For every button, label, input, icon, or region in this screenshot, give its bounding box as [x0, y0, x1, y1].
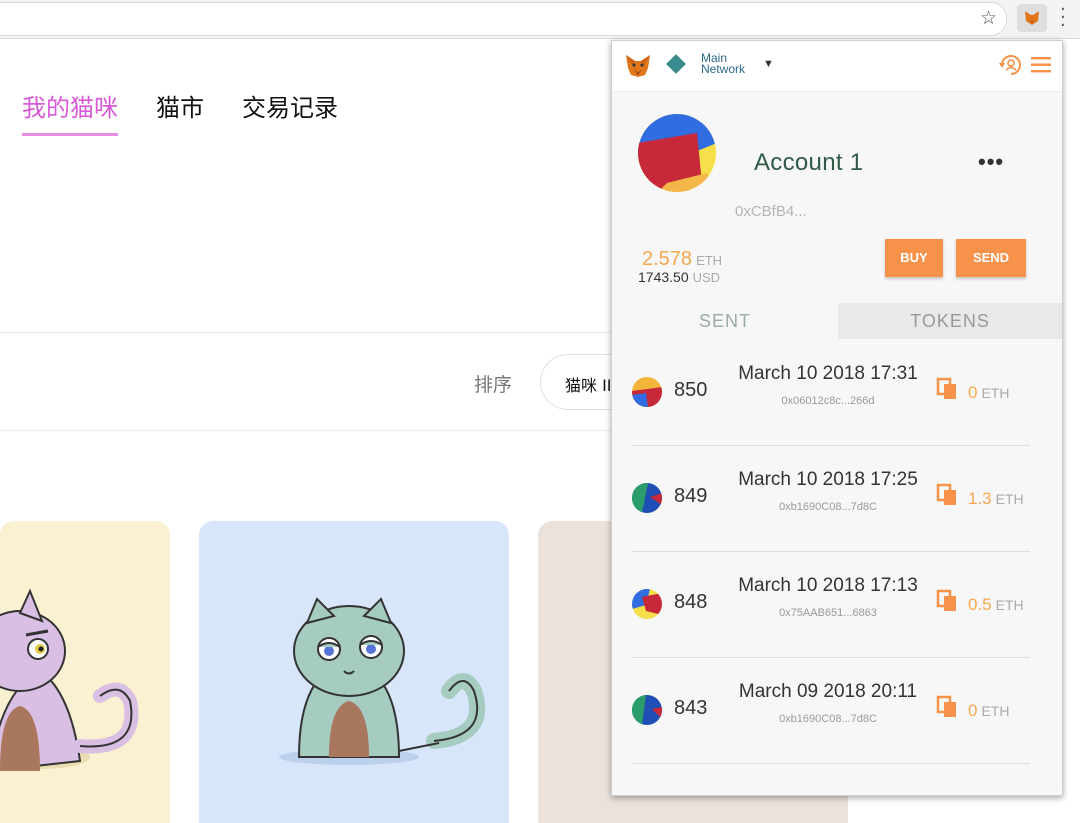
transaction-amount: 1.3 ETH — [968, 489, 1024, 509]
tab-sent[interactable]: SENT — [612, 303, 838, 339]
transaction-amount-unit: ETH — [981, 385, 1010, 401]
copy-icon[interactable] — [936, 695, 958, 719]
transaction-amount: 0.5 ETH — [968, 595, 1024, 615]
transaction-row[interactable]: 843 March 09 2018 20:11 0xb1690C08...7d8… — [632, 657, 1030, 764]
tab-tokens[interactable]: TOKENS — [838, 303, 1062, 339]
transaction-hash: 0x06012c8c...266d — [781, 395, 875, 407]
transaction-nonce: 850 — [674, 379, 708, 401]
transaction-avatar — [632, 483, 662, 513]
balance-usd: 1743.50 USD — [638, 269, 720, 285]
sort-selected-value: 猫咪 II — [565, 376, 612, 395]
main-nav: 我的猫咪 猫市 交易记录 — [22, 88, 338, 136]
sort-label: 排序 — [474, 374, 513, 396]
caret-down-icon[interactable]: ▼ — [763, 58, 774, 70]
tab-activity[interactable]: 交易记录 — [242, 88, 338, 136]
balance-usd-unit: USD — [692, 270, 721, 285]
transaction-row[interactable]: 848 March 10 2018 17:13 0x75AAB651...686… — [632, 551, 1030, 658]
send-button[interactable]: SEND — [956, 239, 1026, 277]
balance-eth-unit: ETH — [696, 253, 723, 268]
copy-icon[interactable] — [936, 589, 958, 613]
transaction-hash: 0x75AAB651...6863 — [779, 607, 877, 619]
transaction-hash: 0xb1690C08...7d8C — [779, 713, 877, 725]
browser-toolbar: ☆ · · · — [0, 0, 1080, 39]
network-selector[interactable]: Main Network — [701, 52, 746, 76]
transaction-amount: 0 ETH — [968, 701, 1009, 721]
divider — [0, 430, 620, 431]
transaction-amount-value: 0.5 — [968, 595, 992, 614]
transaction-amount-value: 0 — [968, 701, 978, 720]
kitty-card[interactable] — [0, 521, 170, 823]
account-address[interactable]: 0xCBfB4... — [735, 203, 807, 220]
transaction-hash: 0xb1690C08...7d8C — [779, 501, 877, 513]
metamask-header: Main Network ▼ — [612, 41, 1062, 92]
copy-icon[interactable] — [936, 483, 958, 507]
transaction-amount: 0 ETH — [968, 383, 1009, 403]
transaction-amount-unit: ETH — [981, 703, 1010, 719]
metamask-fox-icon[interactable] — [625, 54, 651, 78]
network-label-line2: Network — [701, 62, 746, 76]
transaction-row[interactable]: 849 March 10 2018 17:25 0xb1690C08...7d8… — [632, 445, 1030, 552]
divider — [0, 332, 620, 333]
transaction-nonce: 843 — [674, 697, 708, 719]
metamask-popup: Main Network ▼ Account 1 ••• 0xCBfB4... … — [611, 40, 1063, 796]
kitty-image — [0, 588, 139, 771]
kitty-card[interactable] — [199, 521, 509, 823]
fox-icon — [1025, 11, 1039, 25]
metamask-extension-button[interactable] — [1017, 4, 1047, 32]
network-diamond-icon — [666, 54, 686, 74]
transaction-nonce: 848 — [674, 591, 708, 613]
transaction-amount-unit: ETH — [995, 597, 1024, 613]
account-switch-icon[interactable] — [998, 53, 1024, 77]
transaction-date: March 09 2018 20:11 — [738, 681, 918, 702]
transaction-amount-value: 1.3 — [968, 489, 992, 508]
transaction-row[interactable]: 850 March 10 2018 17:31 0x06012c8c...266… — [632, 339, 1030, 446]
transaction-avatar — [632, 589, 662, 619]
copy-icon[interactable] — [936, 377, 958, 401]
tab-my-kitties[interactable]: 我的猫咪 — [22, 88, 118, 136]
kitty-image — [279, 597, 486, 765]
transaction-amount-value: 0 — [968, 383, 978, 402]
transaction-date: March 10 2018 17:13 — [738, 575, 918, 596]
tab-marketplace[interactable]: 猫市 — [156, 88, 204, 136]
balance-eth: 2.578 ETH — [642, 248, 722, 271]
balance-usd-value: 1743.50 — [638, 269, 689, 285]
activity-tabs: SENT TOKENS — [612, 303, 1062, 339]
transaction-date: March 10 2018 17:25 — [738, 469, 918, 490]
hamburger-menu-icon[interactable] — [1030, 56, 1052, 74]
account-name[interactable]: Account 1 — [754, 149, 863, 177]
transaction-nonce: 849 — [674, 485, 708, 507]
transaction-avatar — [632, 695, 662, 725]
transaction-amount-unit: ETH — [995, 491, 1024, 507]
browser-menu-icon[interactable]: · · · — [1060, 1, 1066, 35]
transaction-avatar — [632, 377, 662, 407]
buy-button[interactable]: BUY — [885, 239, 943, 277]
account-options-icon[interactable]: ••• — [978, 149, 1004, 175]
address-bar[interactable] — [0, 2, 1007, 36]
balance-eth-value: 2.578 — [642, 248, 693, 270]
account-avatar[interactable] — [637, 113, 717, 193]
bookmark-star-icon[interactable]: ☆ — [980, 7, 997, 29]
transaction-date: March 10 2018 17:31 — [738, 363, 918, 384]
